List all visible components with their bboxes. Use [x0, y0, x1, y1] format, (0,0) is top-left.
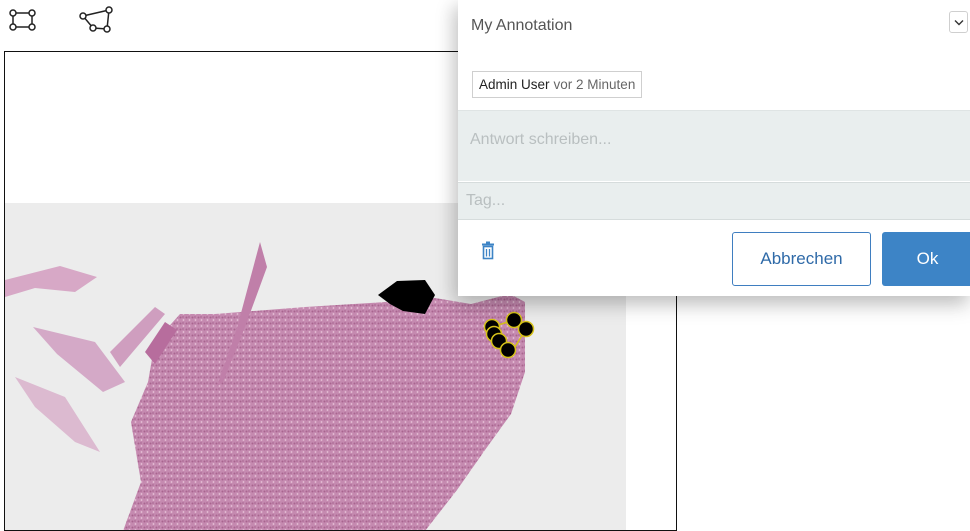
reply-input[interactable] [458, 110, 970, 181]
rectangle-tool-button[interactable] [6, 4, 42, 34]
rectangle-vertices-icon [9, 9, 36, 31]
annotation-toolbar [0, 0, 460, 46]
cancel-button[interactable]: Abbrechen [732, 232, 871, 286]
annotation-title: My Annotation [471, 17, 573, 34]
author-timestamp: vor 2 Minuten [553, 77, 636, 92]
author-name: Admin User [479, 77, 550, 92]
delete-button[interactable] [479, 241, 497, 261]
chevron-down-icon [954, 19, 963, 25]
polygon-tool-button[interactable] [78, 4, 114, 34]
annotation-menu-dropdown[interactable] [949, 11, 968, 33]
trash-icon [482, 241, 494, 260]
ok-button[interactable]: Ok [882, 232, 970, 286]
annotation-point[interactable] [517, 320, 535, 338]
tag-input[interactable] [458, 182, 970, 220]
polygon-vertices-icon [79, 6, 113, 33]
author-chip: Admin User vor 2 Minuten [472, 71, 643, 98]
annotation-popup: My Annotation Admin User vor 2 Minuten A… [458, 0, 970, 296]
annotation-point[interactable] [499, 341, 517, 359]
